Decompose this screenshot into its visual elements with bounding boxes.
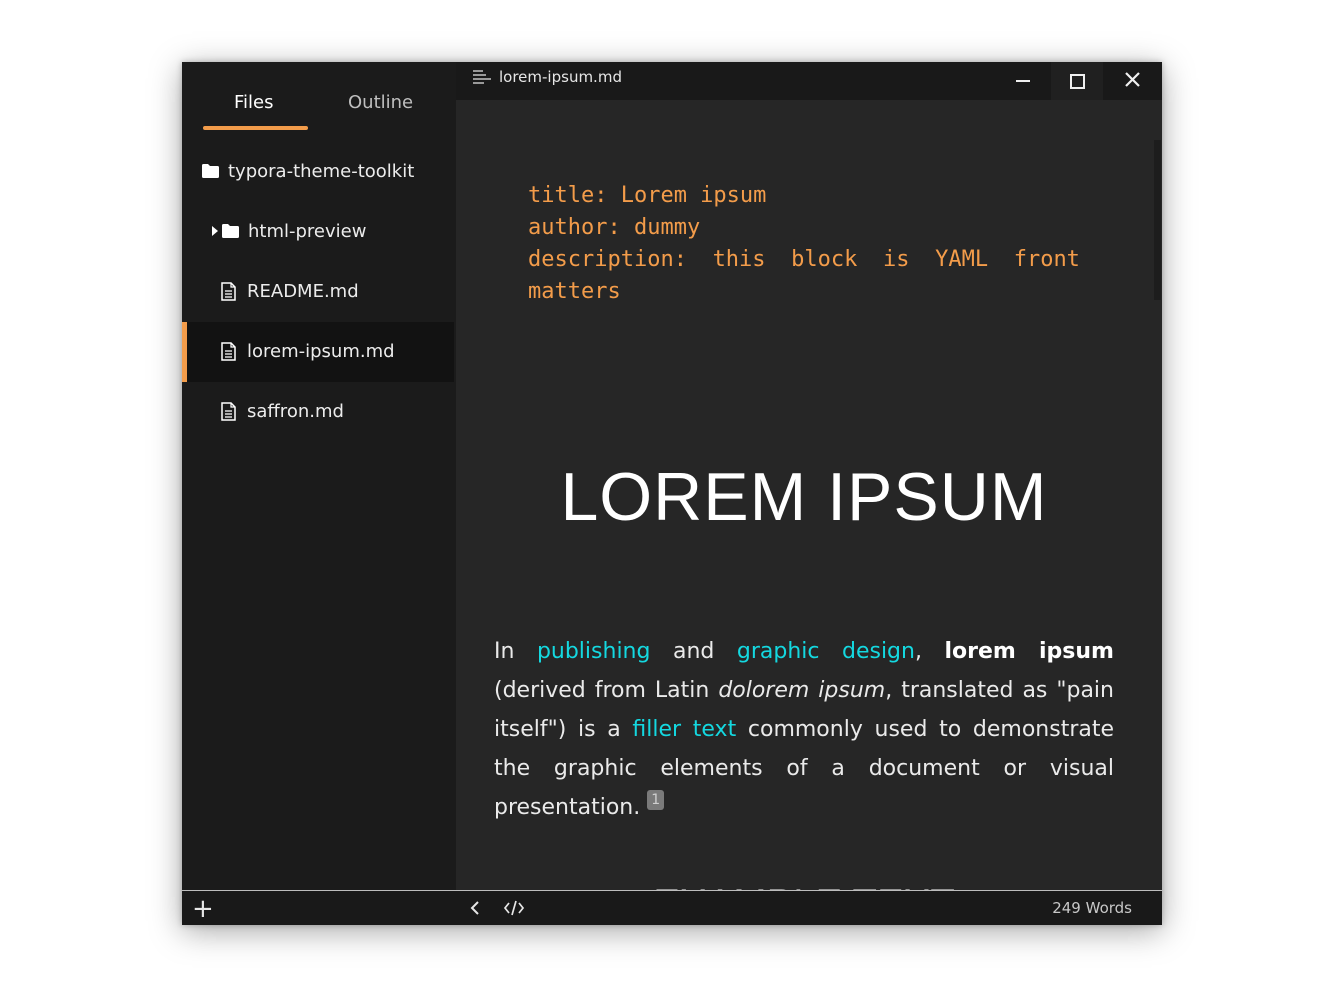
plus-icon[interactable]: + [192,896,214,922]
sidebar-tabs: Files Outline [182,62,456,134]
folder-item-html-preview[interactable]: html-preview [182,202,456,262]
maximize-icon [1070,74,1085,89]
file-tree-label: html-preview [248,221,367,242]
scrollbar[interactable] [1152,100,1162,890]
status-bar: 249 Words [456,890,1162,925]
folder-icon [202,164,219,178]
source-code-icon[interactable] [504,900,524,916]
yaml-word: description: [528,247,687,272]
document-title: lorem-ipsum.md [499,68,622,86]
yaml-front-matter[interactable]: title: Lorem ipsum author: dummy descrip… [528,180,1088,308]
close-icon [1125,72,1140,87]
editor-content[interactable]: title: Lorem ipsum author: dummy descrip… [456,100,1152,890]
yaml-line: matters [528,279,621,304]
minimize-icon [1016,80,1030,82]
file-item-lorem-ipsum[interactable]: lorem-ipsum.md [182,322,454,382]
file-tree-label: README.md [247,281,359,302]
maximize-button[interactable] [1051,62,1103,100]
yaml-word: is [883,247,910,272]
footnote-marker[interactable]: 1 [647,790,665,810]
app-window: Files Outline typora-theme-toolkit html-… [182,62,1162,925]
sidebar: Files Outline typora-theme-toolkit html-… [182,62,456,890]
file-icon [221,402,236,421]
caret-right-icon[interactable] [212,226,218,236]
file-icon [221,282,236,301]
link-graphic-design[interactable]: graphic design [737,639,915,664]
file-tree-root[interactable]: typora-theme-toolkit [182,142,456,202]
yaml-line: author: dummy [528,215,701,240]
yaml-word: this [712,247,766,272]
title-bar: lorem-ipsum.md [456,62,1162,100]
paragraph-text: and [650,639,737,664]
minimize-button[interactable] [996,62,1048,100]
paragraph-text: (derived from Latin [494,678,719,703]
file-item-saffron[interactable]: saffron.md [182,382,456,442]
yaml-word: front [1013,247,1080,272]
link-publishing[interactable]: publishing [537,639,651,664]
italic-text: dolorem ipsum [718,678,886,703]
sidebar-footer: + [182,890,456,925]
active-tab-indicator [203,126,308,130]
scrollbar-thumb[interactable] [1154,140,1161,300]
tab-files[interactable]: Files [234,90,274,116]
tab-outline[interactable]: Outline [348,90,413,116]
close-button[interactable] [1106,62,1158,100]
body-paragraph: In publishing and graphic design, lorem … [494,632,1114,827]
chevron-left-icon[interactable] [470,900,480,916]
folder-icon [222,224,239,238]
word-count[interactable]: 249 Words [1052,899,1132,917]
file-icon [221,342,236,361]
yaml-line: description: this block is YAML front [528,244,1080,276]
yaml-line: title: Lorem ipsum [528,183,767,208]
file-tree-label: saffron.md [247,401,344,422]
file-tree-label: lorem-ipsum.md [247,341,395,362]
section-heading: EXAMPLE TEXT [456,882,1152,890]
link-filler-text[interactable]: filler text [632,717,736,742]
paragraph-text: In [494,639,537,664]
bold-text: lorem ipsum [944,639,1114,664]
menu-icon[interactable] [473,70,492,84]
file-item-readme[interactable]: README.md [182,262,456,322]
paragraph-text: , [914,639,945,664]
file-tree-label: typora-theme-toolkit [228,161,415,182]
yaml-word: block [791,247,858,272]
document-heading: LOREM IPSUM [560,459,1048,535]
yaml-word: YAML [935,247,989,272]
